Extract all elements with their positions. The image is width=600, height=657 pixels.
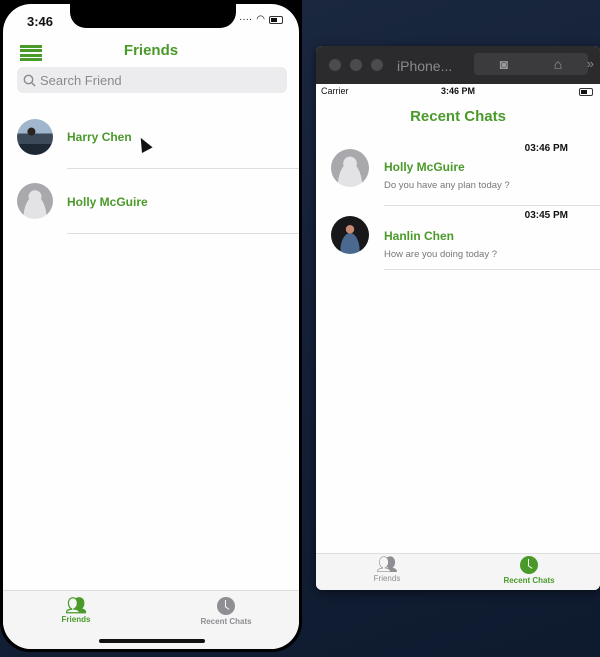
chat-row[interactable]: 03:46 PM Holly McGuire Do you have any p… bbox=[316, 138, 600, 206]
zoom-button[interactable] bbox=[371, 59, 383, 71]
tab-friends[interactable]: 👥︎ Friends bbox=[31, 596, 121, 625]
simulator-window: iPhone... ◙ ⌂ » Carrier 3:46 PM Recent C… bbox=[316, 46, 600, 590]
window-title: iPhone... bbox=[397, 58, 453, 74]
screenshot-button[interactable]: ◙ bbox=[474, 53, 534, 75]
tab-bar: 👥︎ Friends Recent Chats bbox=[316, 553, 600, 590]
friend-name: Harry Chen bbox=[67, 130, 132, 144]
camera-icon: ◙ bbox=[499, 56, 509, 72]
people-icon: 👥︎ bbox=[65, 596, 87, 615]
chat-row[interactable]: 03:45 PM Hanlin Chen How are you doing t… bbox=[316, 206, 600, 274]
page-title: Recent Chats bbox=[410, 108, 506, 125]
divider bbox=[67, 233, 299, 234]
chat-time: 03:46 PM bbox=[524, 143, 568, 154]
chat-name: Holly McGuire bbox=[384, 160, 465, 174]
avatar bbox=[331, 149, 369, 187]
clock-icon bbox=[520, 556, 538, 574]
search-bar[interactable] bbox=[17, 67, 287, 93]
battery-icon bbox=[269, 15, 283, 24]
close-button[interactable] bbox=[329, 59, 341, 71]
notch bbox=[70, 4, 236, 28]
window-titlebar: iPhone... ◙ ⌂ » bbox=[316, 46, 600, 84]
status-icons: ···· ◠ bbox=[239, 14, 283, 25]
friend-name: Holly McGuire bbox=[67, 195, 148, 209]
tab-friends[interactable]: 👥︎ Friends bbox=[342, 555, 432, 584]
tab-label: Friends bbox=[61, 615, 91, 624]
avatar bbox=[17, 183, 53, 219]
page-title: Friends bbox=[123, 42, 179, 59]
home-indicator[interactable] bbox=[99, 639, 205, 643]
friend-row[interactable]: Harry Chen bbox=[3, 104, 299, 169]
home-button[interactable]: ⌂ bbox=[528, 53, 588, 75]
search-input[interactable] bbox=[40, 72, 260, 88]
avatar bbox=[331, 216, 369, 254]
tab-label: Friends bbox=[373, 574, 401, 583]
wifi-icon: ◠ bbox=[256, 14, 265, 25]
tab-bar: 👥︎ Friends Recent Chats bbox=[3, 590, 299, 649]
clock-icon bbox=[217, 597, 235, 615]
iphone-device: 3:46 ····◠ Friends Harry Chen Holly McGu… bbox=[0, 0, 302, 652]
friends-screen: 3:46 ····◠ Friends Harry Chen Holly McGu… bbox=[3, 4, 299, 649]
battery-icon bbox=[579, 88, 593, 96]
divider bbox=[384, 269, 600, 270]
search-icon bbox=[23, 74, 36, 86]
home-icon: ⌂ bbox=[553, 56, 563, 72]
minimize-button[interactable] bbox=[350, 59, 362, 71]
status-time: 3:46 bbox=[27, 14, 54, 29]
tab-label: Recent Chats bbox=[503, 576, 555, 585]
tab-label: Recent Chats bbox=[200, 617, 252, 626]
tab-recent-chats[interactable]: Recent Chats bbox=[181, 597, 271, 626]
avatar bbox=[17, 119, 53, 155]
signal-icon: ···· bbox=[238, 14, 253, 25]
chat-time: 03:45 PM bbox=[524, 210, 568, 221]
tab-recent-chats[interactable]: Recent Chats bbox=[484, 556, 574, 585]
status-time: 3:46 PM bbox=[440, 86, 475, 96]
friend-row[interactable]: Holly McGuire bbox=[3, 169, 299, 234]
chat-name: Hanlin Chen bbox=[384, 229, 455, 243]
chat-message: Do you have any plan today ? bbox=[384, 180, 510, 191]
more-icon[interactable]: » bbox=[587, 56, 594, 71]
chat-message: How are you doing today ? bbox=[384, 249, 498, 260]
status-bar: Carrier 3:46 PM bbox=[316, 86, 600, 100]
people-icon: 👥︎ bbox=[376, 555, 398, 574]
